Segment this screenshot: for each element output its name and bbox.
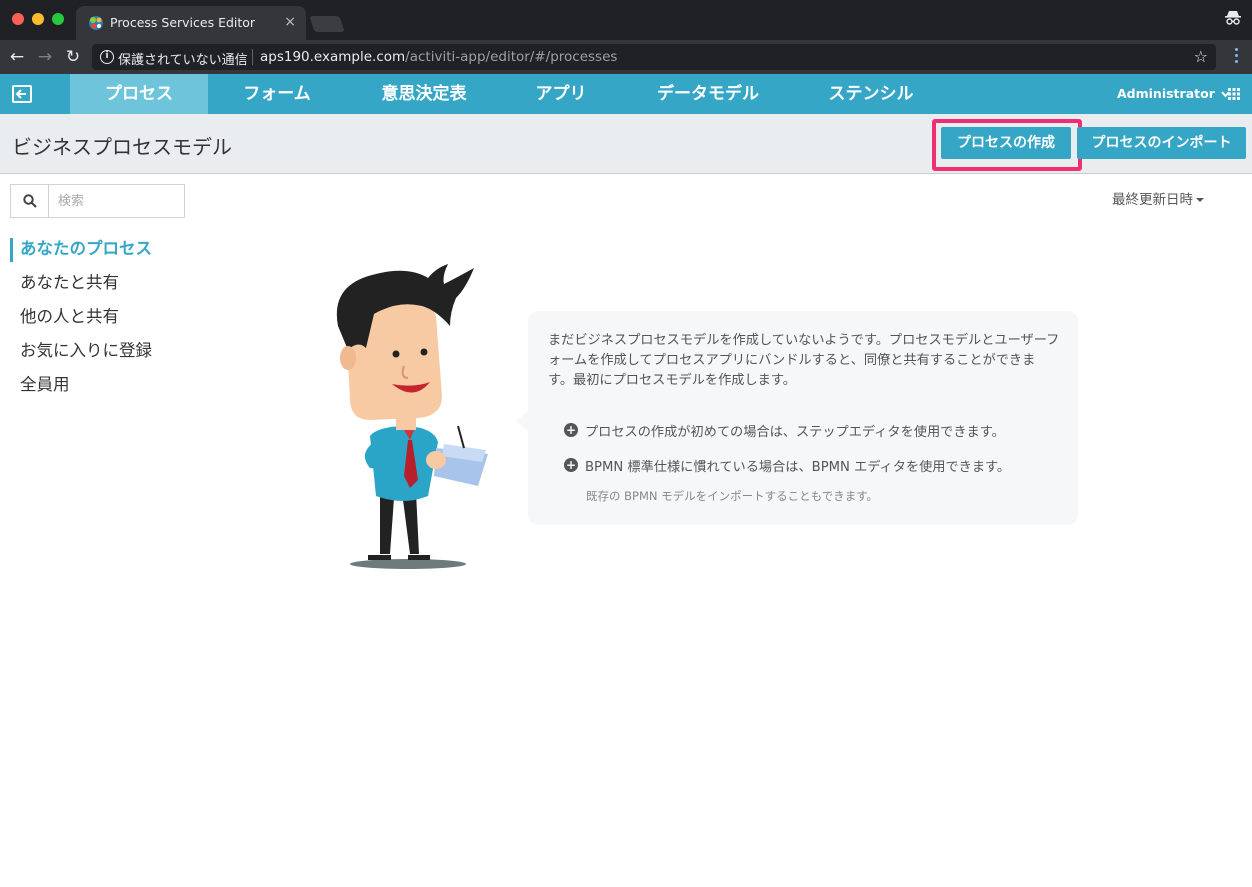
tab-label: 意思決定表 <box>381 84 467 104</box>
browser-menu-icon[interactable] <box>1235 48 1238 66</box>
create-process-button[interactable]: プロセスの作成 <box>941 127 1071 159</box>
browser-tab-strip: Process Services Editor × <box>0 0 1252 40</box>
filter-my-processes[interactable]: あなたのプロセス <box>10 234 210 268</box>
browser-tab[interactable]: Process Services Editor × <box>76 6 306 40</box>
app-grid-icon[interactable] <box>1228 88 1240 100</box>
reload-icon[interactable]: ↻ <box>61 45 85 69</box>
app-navigation: プロセス フォーム 意思決定表 アプリ データモデル ステンシル Adminis… <box>0 74 1252 120</box>
url-path: /activiti-app/editor/#/processes <box>405 49 618 65</box>
back-arrow-icon[interactable]: ← <box>5 45 29 69</box>
filter-shared-with-others[interactable]: 他の人と共有 <box>10 302 210 336</box>
hint-import[interactable]: 既存の BPMN モデルをインポートすることもできます。 <box>586 488 878 504</box>
filter-shared-with-me[interactable]: あなたと共有 <box>10 268 210 302</box>
tab-label: アプリ <box>535 84 587 104</box>
url-separator <box>252 49 253 65</box>
filter-everyone[interactable]: 全員用 <box>10 370 210 404</box>
browser-toolbar: ← → ↻ i 保護されていない通信 aps190.example.com/ac… <box>0 40 1252 74</box>
plus-circle-icon: + <box>564 423 578 437</box>
businessman-illustration <box>336 264 488 569</box>
tab-processes[interactable]: プロセス <box>70 74 208 120</box>
page-header: ビジネスプロセスモデル プロセスの作成 プロセスのインポート <box>0 114 1252 174</box>
plus-circle-icon: + <box>564 458 578 472</box>
bookmark-star-icon[interactable]: ☆ <box>1194 47 1208 66</box>
security-label: 保護されていない通信 <box>118 53 248 68</box>
info-icon[interactable]: i <box>100 50 114 64</box>
address-bar[interactable]: i 保護されていない通信 aps190.example.com/activiti… <box>92 44 1216 70</box>
tab-data-models[interactable]: データモデル <box>620 74 796 114</box>
favicon-icon <box>89 16 103 30</box>
hint-bpmn-editor-label: BPMN 標準仕様に慣れている場合は、BPMN エディタを使用できます。 <box>585 460 1011 475</box>
close-window-button[interactable] <box>12 13 24 25</box>
import-process-button[interactable]: プロセスのインポート <box>1077 127 1246 159</box>
tab-decision-tables[interactable]: 意思決定表 <box>346 74 502 114</box>
search-button[interactable] <box>11 185 49 217</box>
tab-label: ステンシル <box>828 84 914 104</box>
search-icon <box>23 194 37 208</box>
caret-down-icon <box>1196 198 1204 202</box>
hint-step-editor-label: プロセスの作成が初めての場合は、ステップエディタを使用できます。 <box>585 425 1005 440</box>
user-name: Administrator <box>1117 86 1215 101</box>
new-tab-button[interactable] <box>309 16 345 32</box>
tab-label: プロセス <box>105 84 173 104</box>
close-tab-icon[interactable]: × <box>284 14 296 30</box>
tab-label: フォーム <box>243 84 311 104</box>
sort-label: 最終更新日時 <box>1112 192 1193 208</box>
url-text[interactable]: aps190.example.com/activiti-app/editor/#… <box>260 49 617 65</box>
tab-apps[interactable]: アプリ <box>502 74 620 114</box>
tab-stencils[interactable]: ステンシル <box>796 74 946 114</box>
minimize-window-button[interactable] <box>32 13 44 25</box>
maximize-window-button[interactable] <box>52 13 64 25</box>
filter-favorites[interactable]: お気に入りに登録 <box>10 336 210 370</box>
tab-label: データモデル <box>657 84 759 104</box>
filter-list: あなたのプロセス あなたと共有 他の人と共有 お気に入りに登録 全員用 <box>10 234 210 404</box>
search-input[interactable] <box>50 185 184 217</box>
tab-title: Process Services Editor <box>110 15 256 30</box>
empty-state-message: まだビジネスプロセスモデルを作成していないようです。プロセスモデルとユーザーフォ… <box>516 311 1078 525</box>
url-host: aps190.example.com <box>260 49 406 65</box>
search-box <box>10 184 185 218</box>
forward-arrow-icon[interactable]: → <box>33 45 57 69</box>
exit-icon[interactable] <box>12 85 32 103</box>
user-menu[interactable]: Administrator <box>1117 86 1230 101</box>
page-title: ビジネスプロセスモデル <box>12 135 232 159</box>
empty-state-text: まだビジネスプロセスモデルを作成していないようです。プロセスモデルとユーザーフォ… <box>548 333 1060 388</box>
tab-forms[interactable]: フォーム <box>208 74 346 114</box>
incognito-icon <box>1225 11 1241 25</box>
sort-dropdown[interactable]: 最終更新日時 <box>1112 188 1204 208</box>
